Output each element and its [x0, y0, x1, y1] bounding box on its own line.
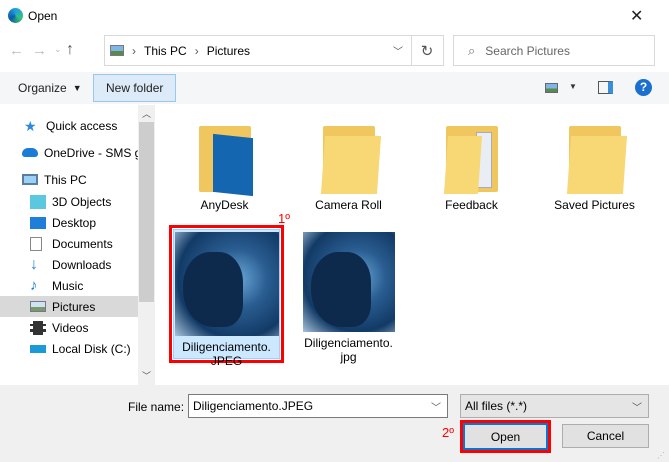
forward-button[interactable]: →: [32, 42, 47, 59]
nav-pictures[interactable]: Pictures: [0, 296, 138, 317]
nav-music[interactable]: ♪ Music: [0, 275, 138, 296]
folder-icon: [442, 120, 502, 194]
file-type-dropdown-icon: ﹀: [632, 402, 642, 414]
annotation-step-1: 1º: [278, 211, 290, 226]
nav-onedrive[interactable]: OneDrive - SMS g: [0, 142, 138, 163]
file-diligenciamento-jpg[interactable]: Diligenciamento. jpg: [291, 229, 406, 364]
bottom-panel: File name: Diligenciamento.JPEG ﹀ All fi…: [0, 385, 669, 462]
folder-icon: [195, 120, 255, 197]
image-thumbnail: [302, 232, 395, 332]
folder-icon: [565, 120, 627, 194]
view-options-icon[interactable]: [545, 83, 558, 93]
breadcrumb-this-pc[interactable]: This PC: [144, 44, 187, 58]
nav-quick-access[interactable]: ★ Quick access: [0, 115, 138, 136]
nav-desktop[interactable]: Desktop: [0, 212, 138, 233]
file-name-dropdown-icon[interactable]: ﹀: [431, 399, 441, 414]
address-bar[interactable]: › This PC › Pictures ﹀: [104, 35, 412, 66]
close-button[interactable]: ✕: [630, 6, 643, 26]
scroll-up-icon[interactable]: ︿: [142, 107, 151, 120]
open-button[interactable]: Open: [463, 423, 548, 450]
toolbar: Organize ▼ New folder ▼ ?: [0, 72, 669, 104]
scroll-thumb[interactable]: [139, 122, 154, 302]
file-diligenciamento-jpeg[interactable]: Diligenciamento. JPEG: [173, 229, 280, 368]
folder-icon: [319, 120, 381, 194]
resize-grip-icon[interactable]: ⋰: [657, 451, 665, 460]
nav-local-disk[interactable]: Local Disk (C:): [0, 338, 138, 359]
folder-saved-pictures[interactable]: Saved Pictures: [537, 120, 652, 212]
image-thumbnail: [174, 232, 279, 336]
cube-icon: [30, 194, 46, 209]
view-dropdown-icon[interactable]: ▼: [569, 82, 577, 91]
disk-icon: [30, 344, 46, 353]
annotation-step-2: 2º: [442, 425, 454, 440]
search-input[interactable]: ⌕ Search Pictures: [453, 35, 655, 66]
nav-documents[interactable]: Documents: [0, 233, 138, 254]
computer-icon: [22, 174, 38, 185]
address-dropdown-icon[interactable]: ﹀: [393, 43, 403, 58]
back-button[interactable]: ←: [9, 42, 24, 59]
music-icon: ♪: [30, 276, 38, 294]
file-list: AnyDesk Camera Roll Feedback Saved Pictu…: [157, 105, 669, 385]
cancel-button[interactable]: Cancel: [562, 424, 649, 448]
nav-this-pc[interactable]: This PC: [0, 169, 138, 190]
search-icon: ⌕: [468, 42, 476, 58]
cloud-icon: [22, 148, 38, 157]
nav-scrollbar[interactable]: ︿ ﹀: [138, 105, 155, 385]
preview-pane-icon[interactable]: [598, 81, 613, 94]
folder-camera-roll[interactable]: Camera Roll: [291, 120, 406, 212]
help-icon[interactable]: ?: [635, 79, 652, 96]
window-title: Open: [28, 9, 58, 23]
scroll-down-icon[interactable]: ﹀: [142, 369, 151, 382]
video-icon: [30, 320, 46, 335]
star-icon: ★: [24, 117, 37, 134]
breadcrumb-pictures[interactable]: Pictures: [207, 44, 250, 58]
title-bar: Open ✕: [0, 0, 669, 32]
recent-locations-chevron-icon[interactable]: ⌄: [54, 44, 62, 55]
organize-button[interactable]: Organize ▼: [6, 74, 94, 102]
navigation-pane: ★ Quick access OneDrive - SMS g This PC 3…: [0, 105, 138, 385]
download-icon: ↓: [30, 255, 38, 273]
search-placeholder: Search Pictures: [485, 43, 570, 58]
file-type-select[interactable]: All files (*.*) ﹀: [460, 394, 649, 418]
folder-anydesk[interactable]: AnyDesk: [167, 120, 282, 212]
file-name-input[interactable]: Diligenciamento.JPEG ﹀: [188, 394, 448, 418]
nav-downloads[interactable]: ↓ Downloads: [0, 254, 138, 275]
nav-videos[interactable]: Videos: [0, 317, 138, 338]
desktop-icon: [30, 216, 46, 229]
refresh-button[interactable]: ↻: [411, 35, 444, 66]
folder-feedback[interactable]: Feedback: [414, 120, 529, 212]
up-button[interactable]: ↑: [66, 41, 74, 59]
edge-app-icon: [8, 8, 23, 23]
file-name-label: File name:: [128, 400, 185, 414]
pictures-location-icon: [110, 45, 124, 56]
document-icon: [30, 236, 42, 251]
pictures-icon: [30, 301, 46, 312]
new-folder-button[interactable]: New folder: [93, 74, 177, 102]
nav-3d-objects[interactable]: 3D Objects: [0, 191, 138, 212]
